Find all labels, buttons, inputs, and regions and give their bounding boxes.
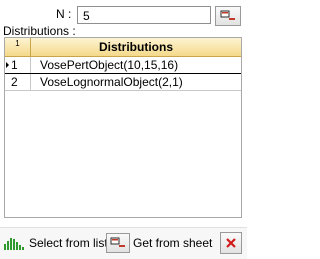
range-select-icon xyxy=(220,10,235,20)
row-index: 2 xyxy=(11,75,18,89)
select-from-list-button[interactable]: Select from list xyxy=(2,232,108,254)
row-index-cell[interactable]: 2 xyxy=(5,74,31,90)
table-row[interactable]: 1 VosePertObject(10,15,16) xyxy=(5,57,241,74)
close-x-icon xyxy=(226,238,236,248)
get-from-sheet-label: Get from sheet xyxy=(133,236,213,250)
row-distribution-cell[interactable]: VosePertObject(10,15,16) xyxy=(31,57,241,73)
row-index: 1 xyxy=(11,58,18,72)
grid-index-header[interactable]: 1 xyxy=(5,38,31,56)
n-input[interactable]: 5 xyxy=(77,6,211,24)
row-distribution-cell[interactable]: VoseLognormalObject(2,1) xyxy=(31,74,241,90)
distributions-label: Distributions : xyxy=(3,24,76,38)
range-select-icon xyxy=(110,237,125,247)
row-index-cell[interactable]: 1 xyxy=(5,57,31,73)
get-from-sheet-button[interactable]: Get from sheet xyxy=(106,232,212,254)
get-from-sheet-icon-box xyxy=(106,233,130,253)
distributions-grid: 1 Distributions 1 VosePertObject(10,15,1… xyxy=(4,37,242,218)
grid-distributions-header[interactable]: Distributions xyxy=(31,38,241,56)
get-n-from-sheet-button[interactable] xyxy=(215,6,241,26)
table-row[interactable]: 2 VoseLognormalObject(2,1) xyxy=(5,74,241,91)
histogram-icon xyxy=(4,238,24,250)
select-from-list-label: Select from list xyxy=(29,236,108,250)
close-button[interactable] xyxy=(220,232,242,254)
footer-toolbar: Select from list Get from sheet xyxy=(0,227,247,259)
current-row-arrow-icon xyxy=(6,62,9,68)
grid-header: 1 Distributions xyxy=(5,38,241,57)
n-label: N : xyxy=(56,7,72,21)
